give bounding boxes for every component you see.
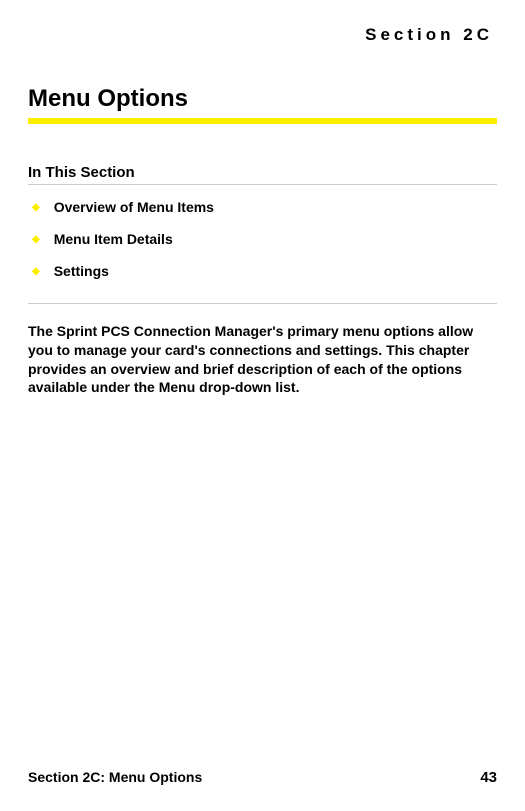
page-title: Menu Options xyxy=(28,85,497,116)
toc-item-label: Menu Item Details xyxy=(54,231,173,247)
title-block: Menu Options xyxy=(28,85,497,124)
page-footer: Section 2C: Menu Options 43 xyxy=(28,769,497,786)
title-underline xyxy=(28,118,497,124)
toc-item-label: Settings xyxy=(54,263,109,279)
toc-item: ◆ Overview of Menu Items xyxy=(32,199,497,217)
page-container: Section 2C Menu Options In This Section … xyxy=(0,0,525,811)
in-this-section-heading: In This Section xyxy=(28,164,497,185)
toc-item: ◆ Settings xyxy=(32,263,497,281)
diamond-bullet-icon: ◆ xyxy=(32,263,40,281)
footer-page-number: 43 xyxy=(480,769,497,786)
toc-item-label: Overview of Menu Items xyxy=(54,199,214,215)
diamond-bullet-icon: ◆ xyxy=(32,199,40,217)
body-paragraph: The Sprint PCS Connection Manager's prim… xyxy=(28,322,497,398)
toc-list: ◆ Overview of Menu Items ◆ Menu Item Det… xyxy=(28,199,497,304)
section-label: Section 2C xyxy=(28,25,497,45)
diamond-bullet-icon: ◆ xyxy=(32,231,40,249)
footer-section-title: Section 2C: Menu Options xyxy=(28,769,202,785)
toc-item: ◆ Menu Item Details xyxy=(32,231,497,249)
